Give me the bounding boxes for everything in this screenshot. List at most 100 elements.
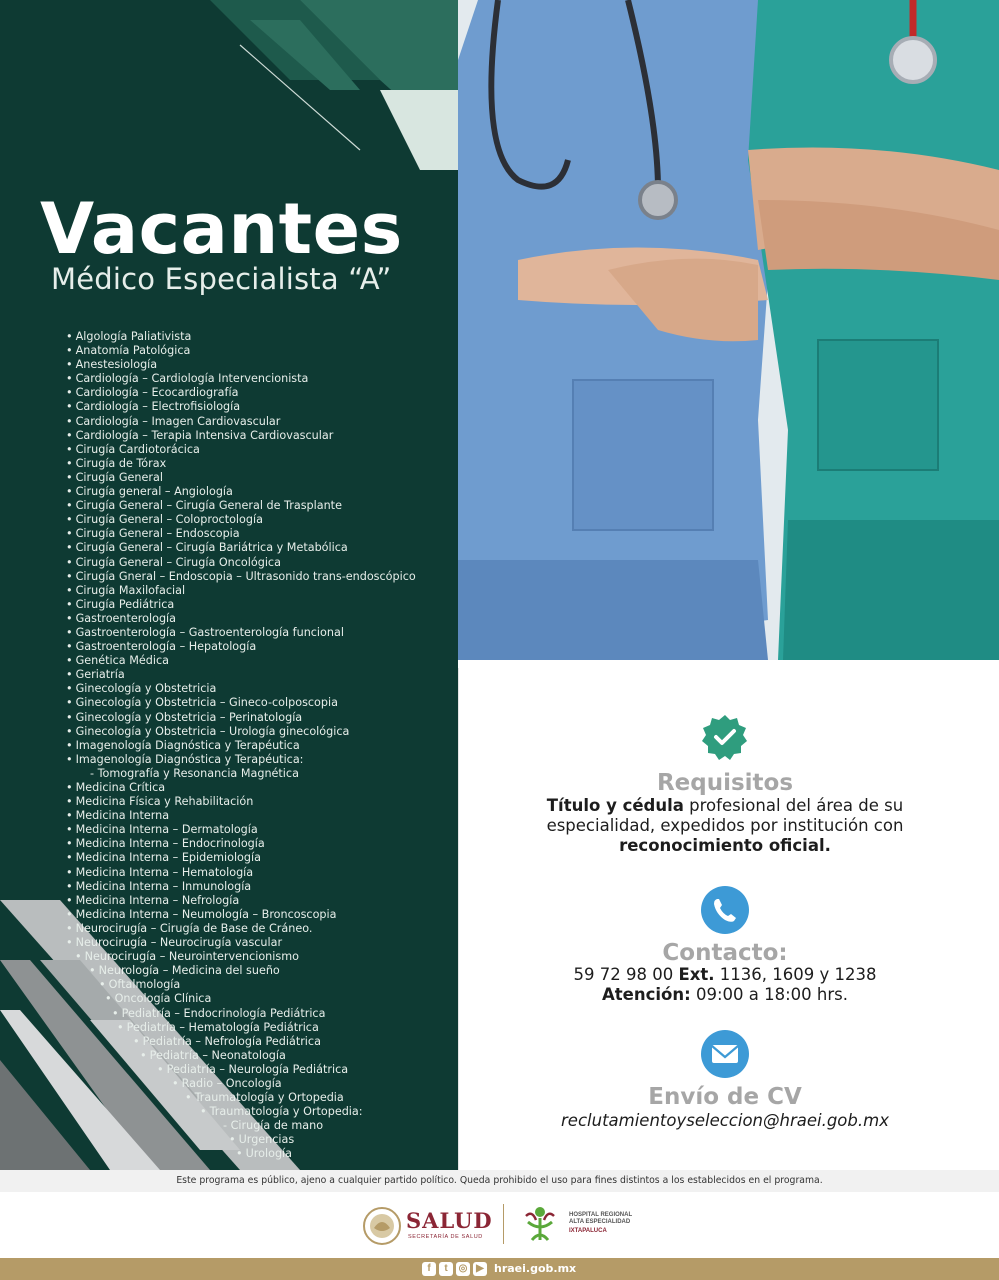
vacancies-panel: Vacantes Médico Especialista “A” Algolog… — [0, 0, 458, 1170]
specialty-item: Cirugía Cardiotorácica — [0, 443, 458, 457]
specialty-item: Cardiología – Electrofisiología — [0, 400, 458, 414]
envelope-icon — [701, 1030, 749, 1078]
cv-email-link[interactable]: reclutamientoyseleccion@hraei.gob.mx — [459, 1111, 991, 1131]
specialty-item: Traumatología y Ortopedia: — [0, 1105, 458, 1119]
instagram-icon[interactable]: ◎ — [456, 1262, 470, 1276]
hospital-name: HOSPITAL REGIONAL ALTA ESPECIALIDAD IXTA… — [569, 1212, 632, 1235]
page-subtitle: Médico Especialista “A” — [51, 262, 392, 296]
specialty-item: Ginecología y Obstetricia – Urología gin… — [0, 725, 458, 739]
specialty-item: Genética Médica — [0, 654, 458, 668]
requisitos-bold-1: Título y cédula — [546, 796, 684, 815]
specialty-item: Medicina Interna – Nefrología — [0, 894, 458, 908]
specialty-item: Cirugía General – Cirugía Bariátrica y M… — [0, 541, 458, 555]
contact-hours-value: 09:00 a 18:00 hrs. — [690, 985, 848, 1004]
website-link[interactable]: hraei.gob.mx — [494, 1258, 576, 1280]
requisitos-text-1: profesional del área de su — [683, 796, 904, 815]
specialty-item: Pediatría – Nefrología Pediátrica — [0, 1035, 458, 1049]
twitter-icon[interactable]: t — [439, 1262, 453, 1276]
contact-ext-label: Ext. — [678, 965, 715, 984]
specialty-item: Cirugía General — [0, 471, 458, 485]
specialty-item: Pediatría – Hematología Pediátrica — [0, 1021, 458, 1035]
salud-subtitle: SECRETARÍA DE SALUD — [408, 1234, 483, 1240]
verified-badge-icon — [702, 715, 747, 760]
specialty-item: Medicina Interna — [0, 809, 458, 823]
specialty-item: Pediatría – Neonatología — [0, 1049, 458, 1063]
specialty-item: Medicina Interna – Endocrinología — [0, 837, 458, 851]
contacto-text: 59 72 98 00 Ext. 1136, 1609 y 1238 Atenc… — [459, 965, 991, 1005]
specialty-item: Cirugía general – Angiología — [0, 485, 458, 499]
social-links: f t ◎ ▶ — [422, 1262, 487, 1276]
specialty-item: Medicina Interna – Epidemiología — [0, 851, 458, 865]
specialty-item: Medicina Física y Rehabilitación — [0, 795, 458, 809]
salud-logo-text: SALUD — [406, 1208, 493, 1233]
specialty-item: Anestesiología — [0, 358, 458, 372]
specialty-item: Cirugía General – Coloproctología — [0, 513, 458, 527]
requisitos-text-2: especialidad, expedidos por institución … — [546, 816, 904, 835]
hospital-name-line-1: HOSPITAL REGIONAL — [569, 1212, 633, 1218]
specialty-item: Imagenología Diagnóstica y Terapéutica — [0, 739, 458, 753]
specialty-item: Traumatología y Ortopedia — [0, 1091, 458, 1105]
specialty-item: Ginecología y Obstetricia — [0, 682, 458, 696]
requisitos-heading: Requisitos — [656, 770, 794, 796]
footer-logos: SALUD SECRETARÍA DE SALUD HOSPITAL REGIO… — [0, 1192, 999, 1258]
specialty-item: Medicina Crítica — [0, 781, 458, 795]
specialty-item: Medicina Interna – Neumología – Broncosc… — [0, 908, 458, 922]
specialty-item: Pediatría – Endocrinología Pediátrica — [0, 1007, 458, 1021]
info-panel: Requisitos Título y cédula profesional d… — [458, 668, 991, 1170]
specialty-item: Urología — [0, 1147, 458, 1161]
specialty-item: Neurología – Medicina del sueño — [0, 964, 458, 978]
specialty-item: Algología Paliativista — [0, 330, 458, 344]
cv-heading: Envío de CV — [648, 1084, 802, 1110]
footer-bar: f t ◎ ▶ hraei.gob.mx — [0, 1258, 999, 1280]
specialty-item: Neurocirugía – Neurocirugía vascular — [0, 936, 458, 950]
contacto-heading: Contacto: — [662, 940, 788, 966]
specialty-item: Medicina Interna – Dermatología — [0, 823, 458, 837]
specialty-item: Cardiología – Terapia Intensiva Cardiova… — [0, 429, 458, 443]
specialty-item: Cirugía Pediátrica — [0, 598, 458, 612]
specialty-item: - Cirugía de mano — [223, 1119, 324, 1133]
specialty-item: Pediatría – Neurología Pediátrica — [0, 1063, 458, 1077]
specialty-item: Oftalmología — [0, 978, 458, 992]
specialty-item: Oncología Clínica — [0, 992, 458, 1006]
specialty-item: Medicina Interna – Hematología — [0, 866, 458, 880]
specialty-item: Medicina Interna – Inmunología — [0, 880, 458, 894]
specialty-item: Cirugía Gneral – Endoscopia – Ultrasonid… — [0, 570, 458, 584]
specialty-item: Cardiología – Cardiología Intervencionis… — [0, 372, 458, 386]
contact-phone: 59 72 98 00 — [573, 965, 674, 984]
specialty-item: - Tomografía y Resonancia Magnética — [90, 766, 299, 780]
specialty-list: Algología PaliativistaAnatomía Patológic… — [0, 330, 458, 1162]
specialty-item: Gastroenterología – Hepatología — [0, 640, 458, 654]
requisitos-bold-3: reconocimiento oficial. — [619, 836, 831, 855]
phone-icon — [701, 886, 749, 934]
specialty-item: Cirugía General – Cirugía Oncológica — [0, 556, 458, 570]
hospital-name-line-2: ALTA ESPECIALIDAD — [569, 1219, 631, 1225]
specialty-item: Cirugía Maxilofacial — [0, 584, 458, 598]
specialty-item: Gastroenterología – Gastroenterología fu… — [0, 626, 458, 640]
specialty-item: Cardiología – Ecocardiografía — [0, 386, 458, 400]
requisitos-text: Título y cédula profesional del área de … — [459, 796, 991, 856]
contact-hours-label: Atención: — [602, 985, 691, 1004]
specialty-item: Cardiología – Imagen Cardiovascular — [0, 415, 458, 429]
youtube-icon[interactable]: ▶ — [473, 1262, 487, 1276]
specialty-item: Geriatría — [0, 668, 458, 682]
contact-ext-values: 1136, 1609 y 1238 — [714, 965, 877, 984]
disclaimer: Este programa es público, ajeno a cualqu… — [0, 1170, 999, 1192]
page-title: Vacantes — [40, 188, 403, 270]
specialty-item: Radio – Oncología — [0, 1077, 458, 1091]
mexico-seal-icon — [363, 1207, 401, 1245]
specialty-item: Cirugía de Tórax — [0, 457, 458, 471]
hospital-logo-icon — [525, 1207, 555, 1241]
specialty-item: Neurocirugía – Cirugía de Base de Cráneo… — [0, 922, 458, 936]
specialty-item: Urgencias — [0, 1133, 458, 1147]
specialty-item: Imagenología Diagnóstica y Terapéutica: — [0, 753, 458, 767]
specialty-item: Neurocirugía – Neurointervencionismo — [0, 950, 458, 964]
logo-divider — [503, 1204, 504, 1244]
specialty-item: Anatomía Patológica — [0, 344, 458, 358]
hospital-name-line-3: IXTAPALUCA — [569, 1228, 607, 1234]
specialty-item: Ginecología y Obstetricia – Gineco-colpo… — [0, 696, 458, 710]
specialty-item: Cirugía General – Cirugía General de Tra… — [0, 499, 458, 513]
specialty-item: Ginecología y Obstetricia – Perinatologí… — [0, 711, 458, 725]
specialty-item: Gastroenterología — [0, 612, 458, 626]
specialty-item: Cirugía General – Endoscopia — [0, 527, 458, 541]
facebook-icon[interactable]: f — [422, 1262, 436, 1276]
